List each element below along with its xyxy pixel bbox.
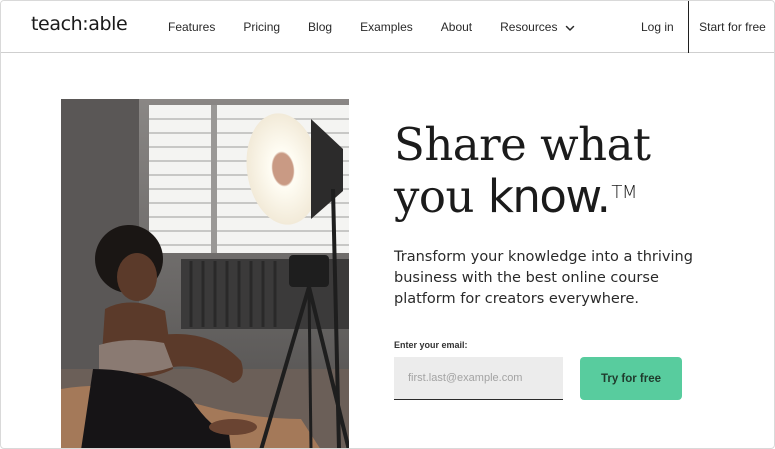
try-for-free-button[interactable]: Try for free xyxy=(580,357,682,400)
nav-label: Resources xyxy=(500,20,558,34)
hero-photo xyxy=(61,99,349,448)
chevron-down-icon xyxy=(565,22,575,32)
email-input[interactable] xyxy=(394,357,563,400)
nav-label: Blog xyxy=(308,20,333,34)
main-nav: Features Pricing Blog Examples About Res… xyxy=(168,1,603,53)
nav-label: Pricing xyxy=(243,20,281,34)
nav-label: About xyxy=(440,20,473,34)
nav-item-about[interactable]: About xyxy=(441,20,472,34)
email-label: Enter your email: xyxy=(394,340,468,350)
nav-item-pricing[interactable]: Pricing xyxy=(243,20,280,34)
teachable-logo[interactable]: teach:able xyxy=(31,13,128,35)
nav-label: Examples xyxy=(360,20,413,34)
trademark-mark: TM xyxy=(611,182,637,203)
woman-with-ring-light-photo xyxy=(61,99,349,448)
login-link[interactable]: Log in xyxy=(641,1,674,53)
site-header: teach:able Features Pricing Blog Example… xyxy=(1,1,774,53)
headline-plain: you xyxy=(394,170,488,223)
nav-item-features[interactable]: Features xyxy=(168,20,215,34)
nav-label: Features xyxy=(168,20,216,34)
start-for-free-button[interactable]: Start for free xyxy=(689,1,774,53)
page-frame: teach:able Features Pricing Blog Example… xyxy=(0,0,775,449)
headline-line-2: you know. TM xyxy=(394,171,754,223)
headline-bold: know. xyxy=(487,170,611,223)
nav-item-blog[interactable]: Blog xyxy=(308,20,332,34)
hero-subtext: Transform your knowledge into a thriving… xyxy=(394,249,693,307)
headline-line-1: Share what xyxy=(394,118,651,171)
hero-headline: Share what you know. TM xyxy=(394,119,754,223)
nav-item-resources[interactable]: Resources xyxy=(500,20,575,34)
nav-item-examples[interactable]: Examples xyxy=(360,20,413,34)
